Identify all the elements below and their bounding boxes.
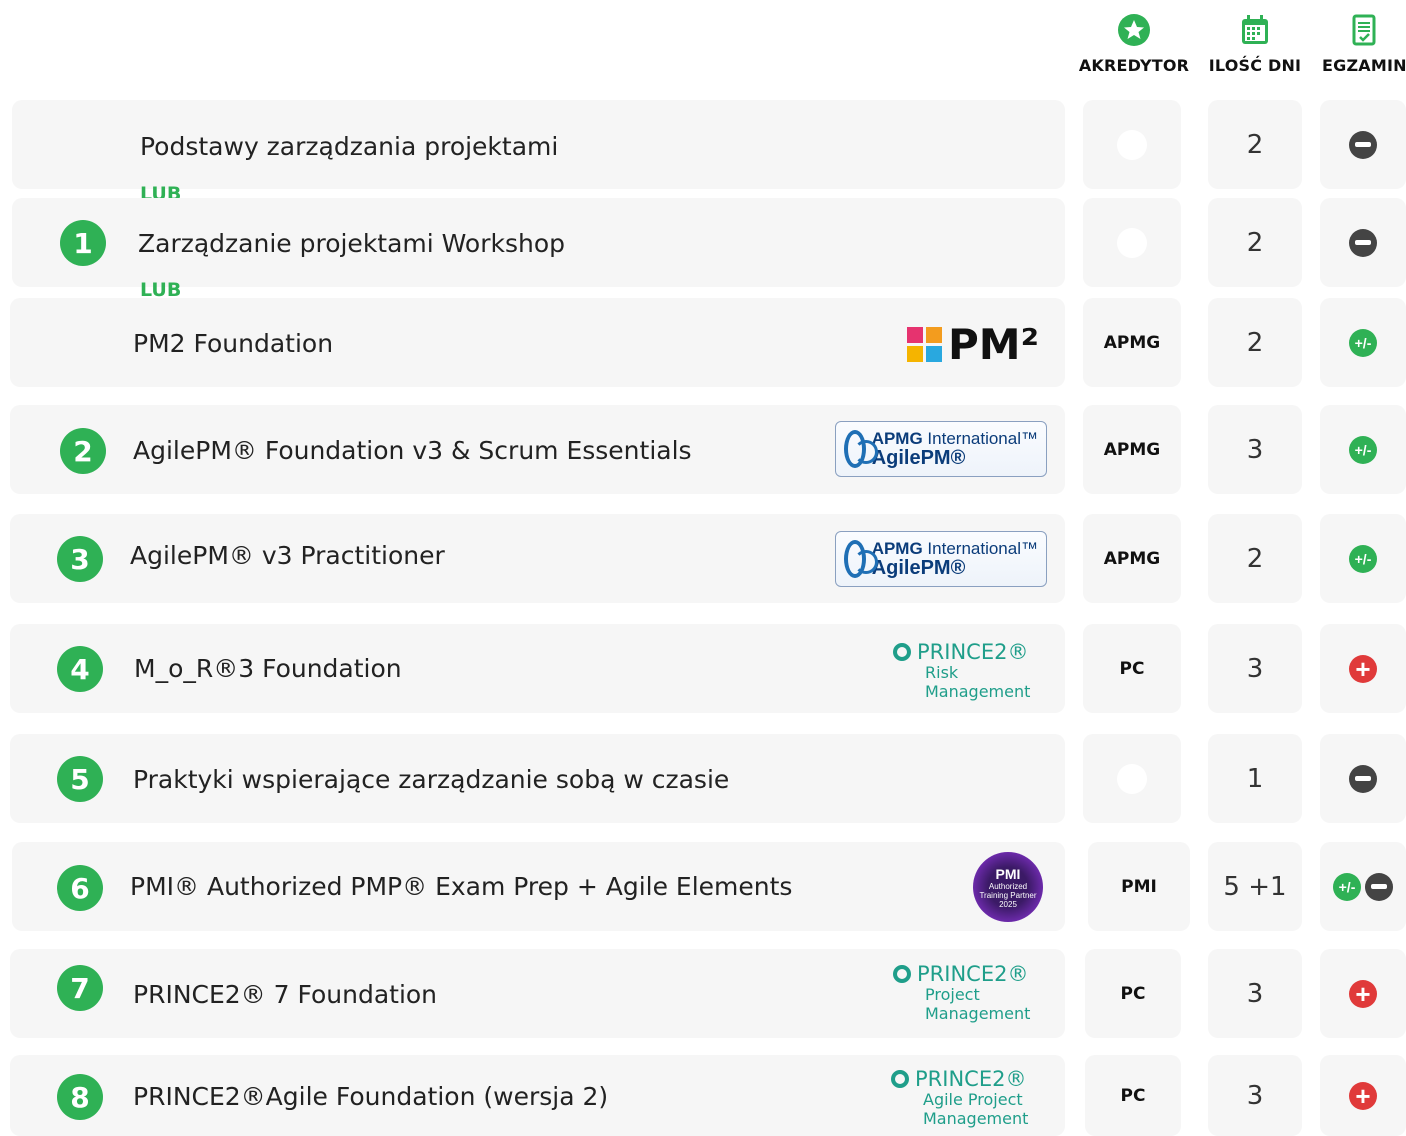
exam-sheet-icon: [1322, 14, 1406, 46]
course-title: AgilePM® v3 Practitioner: [130, 541, 445, 570]
calendar-icon: [1208, 14, 1302, 46]
days-value: 5 +1: [1223, 871, 1287, 902]
exam-value: +: [1320, 1055, 1406, 1136]
accreditor-value: PC: [1119, 658, 1145, 679]
step-number-badge: 2: [60, 428, 106, 474]
prince2-project-management-logo: PRINCE2® Project Management: [893, 963, 1030, 1023]
exam-value: +/-: [1320, 405, 1406, 494]
apmg-agilepm-logo: APMG International™ AgilePM®: [835, 531, 1047, 587]
exam-value: +/-: [1320, 842, 1406, 931]
step-number-badge: 7: [57, 965, 103, 1011]
accreditor-value: APMG: [1103, 548, 1161, 569]
days-column-label: ILOŚĆ DNI: [1208, 56, 1302, 75]
apmg-agilepm-logo: APMG International™ AgilePM®: [835, 421, 1047, 477]
header-exam: EGZAMIN: [1322, 14, 1406, 75]
prince2-risk-logo: PRINCE2® Risk Management: [893, 641, 1030, 701]
accreditor-empty-dot: [1083, 734, 1181, 823]
course-title: Praktyki wspierające zarządzanie sobą w …: [133, 765, 730, 794]
pm2-logo: PM²: [907, 320, 1039, 369]
course-title: PMI® Authorized PMP® Exam Prep + Agile E…: [130, 872, 793, 901]
course-title: PM2 Foundation: [133, 329, 334, 358]
accreditor-column-label: AKREDYTOR: [1078, 56, 1190, 75]
course-title: M_o_R®3 Foundation: [134, 654, 402, 683]
exam-value: [1320, 198, 1406, 287]
days-value: 3: [1246, 978, 1264, 1009]
prince2-q-icon: [891, 1070, 909, 1088]
exam-included-icon: +: [1349, 654, 1377, 683]
apmg-swirl-icon: [844, 540, 878, 578]
exam-included-icon: +: [1349, 979, 1377, 1008]
prince2-q-icon: [893, 965, 911, 983]
accreditor-empty-dot: [1083, 100, 1181, 189]
header-accreditor: AKREDYTOR: [1078, 14, 1190, 75]
exam-column-label: EGZAMIN: [1322, 56, 1406, 75]
exam-value: [1320, 734, 1406, 823]
days-value: 3: [1246, 653, 1264, 684]
step-number-badge: 4: [57, 646, 103, 692]
accreditor-value: APMG: [1103, 439, 1161, 460]
days-value: 2: [1246, 543, 1264, 574]
days-value: 3: [1246, 1080, 1264, 1111]
days-value: 2: [1246, 227, 1264, 258]
prince2-agile-project-management-logo: PRINCE2® Agile Project Management: [891, 1068, 1028, 1128]
exam-optional-icon: +/-: [1349, 544, 1377, 573]
step-number-badge: 5: [57, 756, 103, 802]
days-value: 2: [1246, 129, 1264, 160]
exam-not-included-icon: [1365, 872, 1393, 901]
exam-optional-icon: +/-: [1349, 328, 1377, 357]
accreditor-empty-dot: [1083, 198, 1181, 287]
days-value: 3: [1246, 434, 1264, 465]
accreditor-value: PC: [1120, 983, 1146, 1004]
course-title: Zarządzanie projektami Workshop: [138, 229, 566, 258]
prince2-q-icon: [893, 643, 911, 661]
header-days: ILOŚĆ DNI: [1208, 14, 1302, 75]
step-number-badge: 1: [60, 220, 106, 266]
exam-value: +: [1320, 949, 1406, 1038]
accreditor-value: PMI: [1121, 876, 1157, 897]
days-value: 1: [1246, 763, 1264, 794]
exam-optional-icon: +/-: [1349, 435, 1377, 464]
star-badge-icon: [1078, 14, 1190, 46]
exam-not-included-icon: [1349, 130, 1377, 159]
step-number-badge: 8: [57, 1074, 103, 1120]
exam-value: +/-: [1320, 514, 1406, 603]
course-title: AgilePM® Foundation v3 & Scrum Essential…: [133, 436, 692, 465]
exam-value: +/-: [1320, 298, 1406, 387]
course-title: PRINCE2® 7 Foundation: [133, 980, 438, 1009]
apmg-swirl-icon: [844, 430, 878, 468]
days-value: 2: [1246, 327, 1264, 358]
exam-included-icon: +: [1349, 1081, 1377, 1110]
accreditor-value: APMG: [1103, 332, 1161, 353]
pmi-authorized-training-partner-badge: PMI Authorized Training Partner 2025: [973, 852, 1043, 922]
exam-value: +: [1320, 624, 1406, 713]
course-title: PRINCE2®Agile Foundation (wersja 2): [133, 1082, 609, 1111]
exam-optional-icon: +/-: [1333, 872, 1361, 901]
exam-value: [1320, 100, 1406, 189]
course-title: Podstawy zarządzania projektami: [140, 132, 559, 161]
step-number-badge: 3: [57, 536, 103, 582]
step-number-badge: 6: [57, 865, 103, 911]
exam-not-included-icon: [1349, 764, 1377, 793]
accreditor-value: PC: [1120, 1085, 1146, 1106]
exam-not-included-icon: [1349, 228, 1377, 257]
